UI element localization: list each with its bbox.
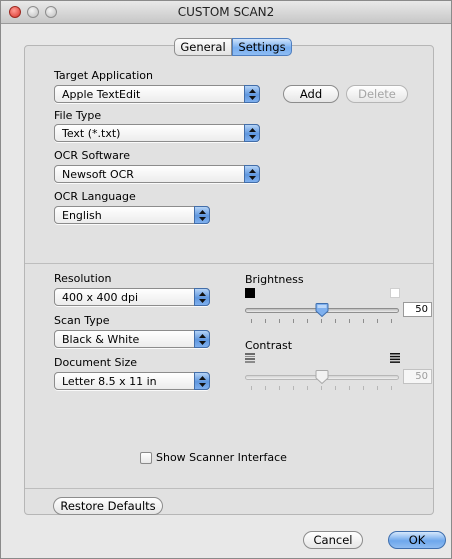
resolution-value: 400 x 400 dpi <box>62 291 139 304</box>
popup-arrows-icon <box>244 124 260 142</box>
target-application-label: Target Application <box>54 69 153 82</box>
ocr-language-popup[interactable]: English <box>54 206 210 224</box>
popup-arrows-icon <box>194 372 210 390</box>
show-scanner-interface-checkbox[interactable] <box>140 452 152 464</box>
tab-settings[interactable]: Settings <box>232 38 292 56</box>
scan-type-label: Scan Type <box>54 314 110 327</box>
popup-arrows-icon <box>194 206 210 224</box>
popup-arrows-icon <box>244 165 260 183</box>
resolution-popup[interactable]: 400 x 400 dpi <box>54 288 210 306</box>
ocr-language-value: English <box>62 209 102 222</box>
window-title: CUSTOM SCAN2 <box>177 5 275 19</box>
popup-arrows-icon <box>194 288 210 306</box>
resolution-label: Resolution <box>54 272 112 285</box>
restore-defaults-button[interactable]: Restore Defaults <box>53 497 163 515</box>
add-button[interactable]: Add <box>283 85 339 103</box>
scan-type-value: Black & White <box>62 333 140 346</box>
show-scanner-interface-label[interactable]: Show Scanner Interface <box>156 451 287 464</box>
file-type-value: Text (*.txt) <box>62 127 121 140</box>
ok-button[interactable]: OK <box>388 531 446 549</box>
title-bar[interactable]: CUSTOM SCAN2 <box>1 1 451 24</box>
scan-type-popup[interactable]: Black & White <box>54 330 210 348</box>
brightness-slider-thumb[interactable] <box>315 303 329 317</box>
dark-brightness-icon <box>245 288 255 298</box>
document-size-label: Document Size <box>54 356 138 369</box>
ocr-language-label: OCR Language <box>54 190 136 203</box>
brightness-value-field[interactable]: 50 <box>403 302 432 317</box>
popup-arrows-icon <box>244 85 260 103</box>
document-size-popup[interactable]: Letter 8.5 x 11 in <box>54 372 210 390</box>
tab-general[interactable]: General <box>174 38 232 56</box>
ocr-software-value: Newsoft OCR <box>62 168 134 181</box>
brightness-label: Brightness <box>245 273 304 286</box>
contrast-label: Contrast <box>245 339 293 352</box>
bottom-divider <box>25 488 433 489</box>
file-type-popup[interactable]: Text (*.txt) <box>54 124 260 142</box>
light-brightness-icon <box>390 288 400 298</box>
contrast-tick-marks <box>245 386 399 390</box>
contrast-slider-thumb[interactable] <box>315 370 329 384</box>
ocr-software-popup[interactable]: Newsoft OCR <box>54 165 260 183</box>
section-divider <box>25 263 433 264</box>
contrast-value-field[interactable]: 50 <box>403 369 432 384</box>
target-application-popup[interactable]: Apple TextEdit <box>54 85 260 103</box>
brightness-tick-marks <box>245 319 399 323</box>
target-application-value: Apple TextEdit <box>62 88 141 101</box>
low-contrast-icon <box>245 353 255 363</box>
ocr-software-label: OCR Software <box>54 149 130 162</box>
popup-arrows-icon <box>194 330 210 348</box>
custom-scan-window: CUSTOM SCAN2 General Settings Target App… <box>0 0 452 559</box>
file-type-label: File Type <box>54 109 102 122</box>
document-size-value: Letter 8.5 x 11 in <box>62 375 157 388</box>
high-contrast-icon <box>390 353 400 363</box>
cancel-button[interactable]: Cancel <box>303 531 363 549</box>
delete-button[interactable]: Delete <box>346 85 408 103</box>
